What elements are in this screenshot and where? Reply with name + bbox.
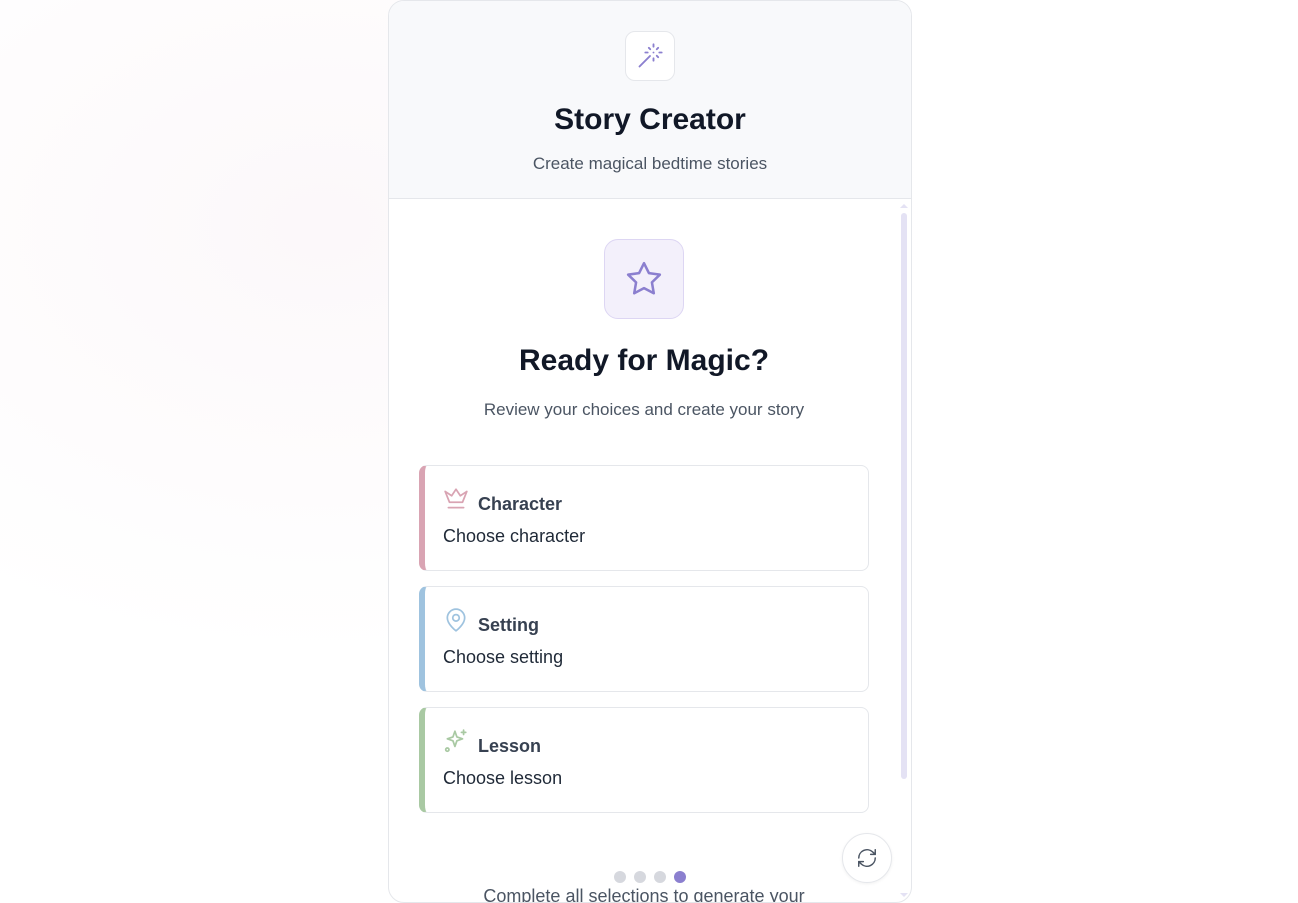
lesson-card-value: Choose lesson [443, 768, 563, 788]
step-dot-4-active[interactable] [674, 871, 686, 883]
app-header: Story Creator Create magical bedtime sto… [389, 1, 911, 199]
sparkles-icon [444, 729, 467, 753]
character-card-value: Choose character [443, 526, 586, 546]
lesson-card-title: Lesson [478, 736, 542, 756]
setting-card[interactable]: Setting Choose setting [419, 586, 869, 692]
character-card[interactable]: Character Choose character [419, 465, 869, 571]
setting-card-title: Setting [478, 615, 539, 635]
step-dot-3[interactable] [654, 871, 666, 883]
star-icon [626, 261, 662, 295]
page-subtitle: Create magical bedtime stories [532, 154, 768, 173]
main-content[interactable]: Ready for Magic? Review your choices and… [389, 199, 911, 902]
lesson-card[interactable]: Lesson Choose lesson [419, 707, 869, 813]
setting-card-value: Choose setting [443, 647, 564, 667]
story-creator-panel: Story Creator Create magical bedtime sto… [388, 0, 912, 903]
review-subtitle: Review your choices and create your stor… [483, 400, 805, 419]
crown-icon [444, 488, 468, 509]
scrollbar-thumb[interactable] [901, 213, 907, 779]
scroll-up-arrow[interactable] [900, 204, 908, 208]
refresh-icon [858, 849, 876, 867]
scroll-down-arrow[interactable] [900, 893, 908, 897]
refresh-button[interactable] [842, 833, 892, 883]
map-pin-icon [446, 608, 466, 632]
page-title: Story Creator [554, 103, 746, 136]
step-indicator [614, 871, 686, 883]
completion-note: Complete all selections to generate your [483, 886, 805, 903]
review-title: Ready for Magic? [518, 344, 770, 377]
character-card-title: Character [478, 494, 563, 514]
magic-wand-icon [638, 43, 663, 68]
step-dot-1[interactable] [614, 871, 626, 883]
logo-badge [625, 31, 675, 81]
hero-badge [604, 239, 684, 319]
step-dot-2[interactable] [634, 871, 646, 883]
